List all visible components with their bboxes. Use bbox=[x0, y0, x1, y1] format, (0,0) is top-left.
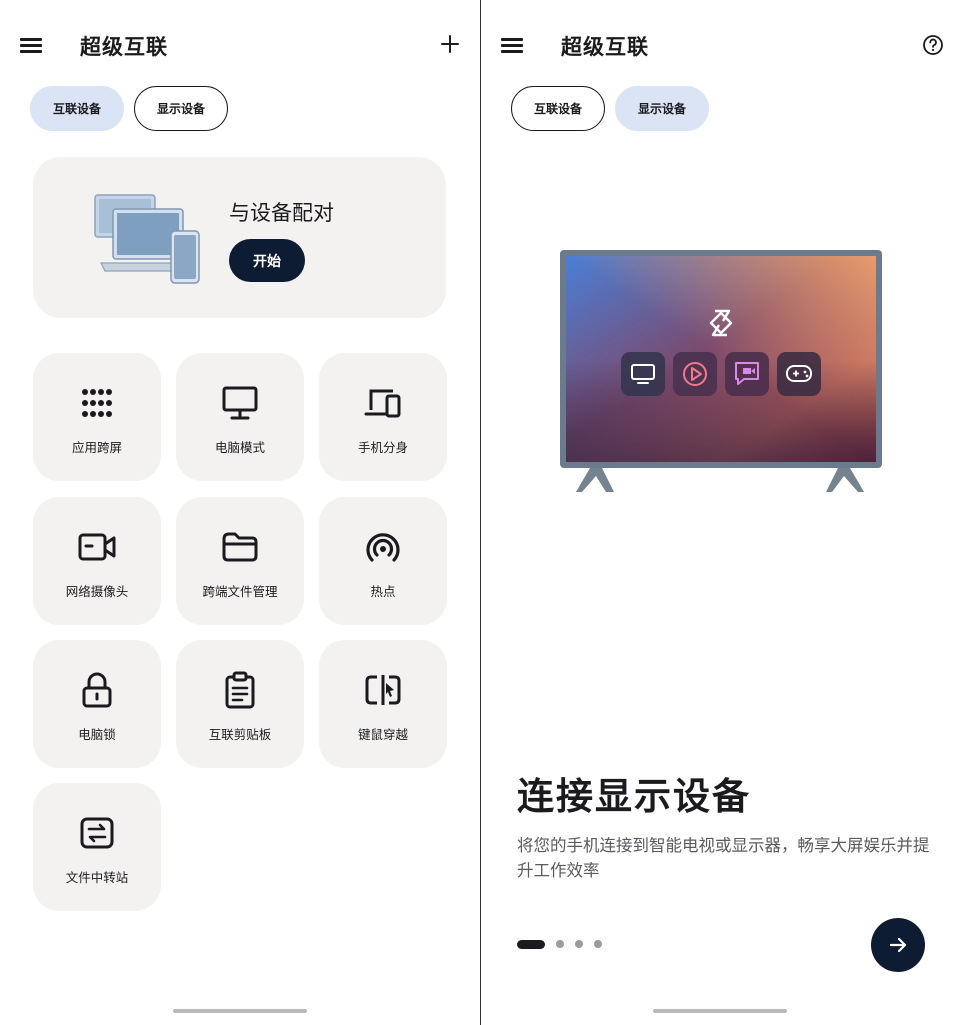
devices-icon bbox=[364, 389, 401, 418]
feature-pc-lock[interactable]: 电脑锁 bbox=[33, 640, 161, 768]
feature-label: 电脑锁 bbox=[78, 727, 116, 742]
add-icon[interactable] bbox=[440, 34, 460, 54]
description: 将您的手机连接到智能电视或显示器，畅享大屏娱乐并提升工作效率 bbox=[517, 836, 930, 880]
lock-icon bbox=[82, 672, 112, 708]
feature-label: 文件中转站 bbox=[65, 870, 129, 885]
menu-icon[interactable] bbox=[20, 36, 42, 54]
camera-icon bbox=[78, 533, 116, 561]
tab-connected-devices[interactable]: 互联设备 bbox=[511, 86, 606, 131]
feature-label: 电脑模式 bbox=[214, 440, 265, 455]
tab-connected-devices[interactable]: 互联设备 bbox=[30, 86, 125, 131]
menu-icon[interactable] bbox=[501, 36, 523, 54]
feature-label: 热点 bbox=[370, 584, 396, 599]
home-indicator[interactable] bbox=[173, 1009, 307, 1013]
page-indicator bbox=[517, 939, 602, 949]
keyboard-mouse-icon bbox=[365, 675, 401, 705]
tab-display-devices[interactable]: 显示设备 bbox=[134, 86, 229, 131]
smart-tv-illustration bbox=[560, 250, 882, 492]
help-icon[interactable] bbox=[922, 34, 944, 56]
folder-icon bbox=[222, 532, 258, 562]
tab-display-devices[interactable]: 显示设备 bbox=[615, 86, 710, 131]
page-dot bbox=[556, 940, 564, 948]
feature-phone-clone[interactable]: 手机分身 bbox=[319, 353, 447, 481]
feature-network-camera[interactable]: 网络摄像头 bbox=[33, 497, 161, 625]
page-dot-active bbox=[517, 939, 545, 949]
top-app-bar: 超级互联 bbox=[481, 0, 960, 90]
feature-file-transfer-station[interactable]: 文件中转站 bbox=[33, 783, 161, 911]
feature-label: 网络摄像头 bbox=[65, 584, 129, 599]
home-indicator[interactable] bbox=[653, 1009, 787, 1013]
device-tabs: 互联设备 显示设备 bbox=[30, 86, 229, 132]
arrow-right-icon bbox=[889, 937, 907, 953]
feature-keyboard-mouse-crossover[interactable]: 键鼠穿越 bbox=[319, 640, 447, 768]
device-tabs: 互联设备 显示设备 bbox=[511, 86, 710, 132]
clipboard-icon bbox=[225, 671, 255, 709]
hotspot-icon bbox=[366, 533, 400, 562]
left-panel: 超级互联 互联设备 显示设备 与设备配对 开始 应用跨屏 电脑模式 手机分身 网… bbox=[0, 0, 480, 1025]
feature-hotspot[interactable]: 热点 bbox=[319, 497, 447, 625]
page-dot bbox=[594, 940, 602, 948]
feature-label: 跨端文件管理 bbox=[202, 584, 278, 599]
pair-device-card: 与设备配对 开始 bbox=[33, 157, 446, 318]
start-button[interactable]: 开始 bbox=[229, 239, 305, 282]
monitor-icon bbox=[222, 386, 258, 420]
feature-label: 互联剪贴板 bbox=[208, 727, 272, 742]
top-app-bar: 超级互联 bbox=[0, 0, 480, 90]
page-dot bbox=[575, 940, 583, 948]
feature-shared-clipboard[interactable]: 互联剪贴板 bbox=[176, 640, 304, 768]
feature-label: 手机分身 bbox=[357, 440, 408, 455]
pair-card-title: 与设备配对 bbox=[229, 201, 334, 225]
feature-pc-mode[interactable]: 电脑模式 bbox=[176, 353, 304, 481]
feature-label: 键鼠穿越 bbox=[357, 727, 408, 742]
right-panel: 超级互联 互联设备 显示设备 连接显示设备 将您的手机连接到智能电视或显示器，畅… bbox=[481, 0, 960, 1025]
feature-app-cross-screen[interactable]: 应用跨屏 bbox=[33, 353, 161, 481]
headline: 连接显示设备 bbox=[517, 775, 751, 818]
app-title: 超级互联 bbox=[561, 35, 649, 59]
file-transfer-icon bbox=[80, 817, 114, 849]
app-grid-icon bbox=[82, 389, 112, 417]
laptop-phone-illustration bbox=[94, 194, 200, 284]
next-button[interactable] bbox=[871, 918, 925, 972]
app-title: 超级互联 bbox=[80, 35, 168, 59]
feature-cross-file-manager[interactable]: 跨端文件管理 bbox=[176, 497, 304, 625]
feature-label: 应用跨屏 bbox=[71, 440, 122, 455]
